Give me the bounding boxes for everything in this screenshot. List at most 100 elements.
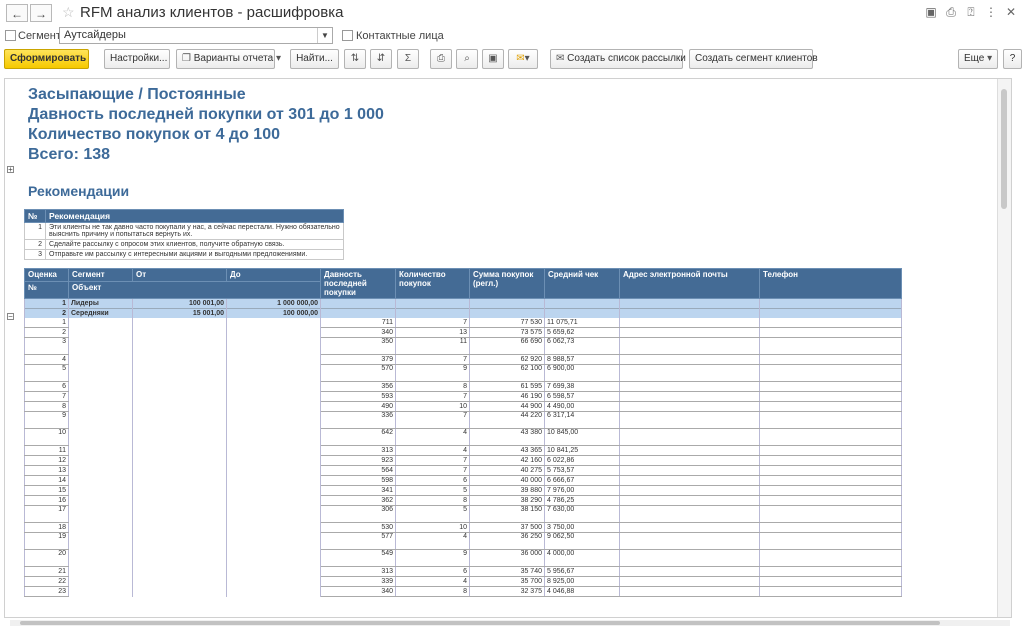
- row-phone[interactable]: [759, 318, 902, 328]
- row-phone[interactable]: [759, 522, 902, 533]
- table-row[interactable]: 12 923 7 42 160 6 022,86: [24, 455, 902, 466]
- help-button[interactable]: ?: [1003, 49, 1022, 69]
- row-phone[interactable]: [759, 475, 902, 486]
- save-button[interactable]: ▣: [482, 49, 504, 69]
- table-row[interactable]: 23 340 8 32 375 4 046,88: [24, 586, 902, 597]
- mail-menu-button[interactable]: ✉▾: [508, 49, 538, 69]
- chevron-down-icon[interactable]: ▼: [317, 28, 332, 43]
- generate-button[interactable]: Сформировать: [4, 49, 89, 69]
- row-email[interactable]: [619, 401, 760, 412]
- create-segment-button[interactable]: Создать сегмент клиентов: [689, 49, 818, 69]
- row-phone[interactable]: [759, 549, 902, 567]
- row-email[interactable]: [619, 318, 760, 328]
- segment-select[interactable]: Аутсайдеры ▼: [59, 27, 333, 44]
- create-mailing-button[interactable]: ✉ Создать список рассылки: [550, 49, 686, 69]
- print-button[interactable]: ⎙: [430, 49, 452, 69]
- row-email[interactable]: [619, 455, 760, 466]
- horizontal-scroll-thumb[interactable]: [20, 621, 940, 625]
- table-row[interactable]: 15 341 5 39 880 7 976,00: [24, 485, 902, 496]
- table-row[interactable]: 8 490 10 44 900 4 490,00: [24, 401, 902, 412]
- row-email[interactable]: [619, 475, 760, 486]
- settings-button[interactable]: Настройки...: [104, 49, 170, 69]
- segment-checkbox[interactable]: [5, 30, 16, 41]
- row-phone[interactable]: [759, 576, 902, 587]
- save-icon[interactable]: ▣: [924, 5, 938, 19]
- vertical-scrollbar[interactable]: [997, 79, 1011, 617]
- row-email[interactable]: [619, 381, 760, 392]
- table-row[interactable]: 20 549 9 36 000 4 000,00: [24, 549, 902, 567]
- row-phone[interactable]: [759, 485, 902, 496]
- expand-group-icon[interactable]: +: [7, 166, 14, 174]
- more-vertical-icon[interactable]: ⋮: [984, 5, 998, 19]
- table-row[interactable]: 16 362 8 38 290 4 786,25: [24, 495, 902, 506]
- table-row[interactable]: 4 379 7 62 920 8 988,57: [24, 354, 902, 365]
- variants-button[interactable]: ❐ Варианты отчета ▾: [176, 49, 281, 69]
- table-row[interactable]: 6 356 8 61 595 7 699,38: [24, 381, 902, 392]
- row-email[interactable]: [619, 465, 760, 476]
- table-row[interactable]: 9 336 7 44 220 6 317,14: [24, 411, 902, 429]
- row-phone[interactable]: [759, 401, 902, 412]
- row-email[interactable]: [619, 428, 760, 446]
- group-expand-button[interactable]: ⇅: [344, 49, 366, 69]
- row-email[interactable]: [619, 505, 760, 523]
- group-collapse-button[interactable]: ⇵: [370, 49, 392, 69]
- table-row[interactable]: 18 530 10 37 500 3 750,00: [24, 522, 902, 533]
- table-row[interactable]: 22 339 4 35 700 8 925,00: [24, 576, 902, 587]
- more-button[interactable]: Еще ▾: [958, 49, 998, 69]
- segment-row[interactable]: 1 Лидеры 100 001,00 1 000 000,00: [24, 298, 902, 309]
- table-row[interactable]: 1 711 7 77 530 11 075,71: [24, 318, 902, 328]
- horizontal-scrollbar[interactable]: [10, 620, 1010, 626]
- row-email[interactable]: [619, 532, 760, 550]
- row-phone[interactable]: [759, 455, 902, 466]
- contacts-checkbox[interactable]: [342, 30, 353, 41]
- row-email[interactable]: [619, 445, 760, 456]
- table-row[interactable]: 13 564 7 40 275 5 753,57: [24, 465, 902, 476]
- row-phone[interactable]: [759, 566, 902, 577]
- row-email[interactable]: [619, 522, 760, 533]
- row-email[interactable]: [619, 586, 760, 597]
- vertical-scroll-thumb[interactable]: [1001, 89, 1007, 209]
- row-email[interactable]: [619, 576, 760, 587]
- table-row[interactable]: 10 642 4 43 380 10 845,00: [24, 428, 902, 446]
- row-phone[interactable]: [759, 465, 902, 476]
- row-phone[interactable]: [759, 532, 902, 550]
- row-phone[interactable]: [759, 411, 902, 429]
- collapse-group-icon[interactable]: −: [7, 313, 14, 321]
- row-email[interactable]: [619, 391, 760, 402]
- row-email[interactable]: [619, 354, 760, 365]
- print-icon[interactable]: ⎙: [944, 5, 958, 19]
- row-phone[interactable]: [759, 495, 902, 506]
- forward-button[interactable]: →: [30, 4, 52, 22]
- row-email[interactable]: [619, 411, 760, 429]
- table-row[interactable]: 19 577 4 36 250 9 062,50: [24, 532, 902, 550]
- favorite-star-icon[interactable]: ☆: [62, 4, 75, 21]
- report-area[interactable]: + − Засыпающие / Постоянные Давность пос…: [4, 78, 1012, 618]
- table-row[interactable]: 5 570 9 62 100 6 900,00: [24, 364, 902, 382]
- table-row[interactable]: 11 313 4 43 365 10 841,25: [24, 445, 902, 456]
- table-row[interactable]: 7 593 7 46 190 6 598,57: [24, 391, 902, 402]
- preview-button[interactable]: ⌕: [456, 49, 478, 69]
- back-button[interactable]: ←: [6, 4, 28, 22]
- table-row[interactable]: 3 350 11 66 690 6 062,73: [24, 337, 902, 355]
- sum-button[interactable]: Σ: [397, 49, 419, 69]
- link-icon[interactable]: ⍰: [964, 5, 978, 19]
- row-email[interactable]: [619, 337, 760, 355]
- segment-row[interactable]: 2 Середняки 15 001,00 100 000,00: [24, 308, 902, 318]
- row-email[interactable]: [619, 566, 760, 577]
- row-email[interactable]: [619, 549, 760, 567]
- table-row[interactable]: 17 306 5 38 150 7 630,00: [24, 505, 902, 523]
- row-phone[interactable]: [759, 505, 902, 523]
- find-button[interactable]: Найти...: [290, 49, 339, 69]
- row-email[interactable]: [619, 364, 760, 382]
- table-row[interactable]: 2 340 13 73 575 5 659,62: [24, 327, 902, 338]
- row-phone[interactable]: [759, 354, 902, 365]
- row-email[interactable]: [619, 485, 760, 496]
- row-phone[interactable]: [759, 586, 902, 597]
- row-phone[interactable]: [759, 445, 902, 456]
- row-email[interactable]: [619, 495, 760, 506]
- row-phone[interactable]: [759, 428, 902, 446]
- row-email[interactable]: [619, 327, 760, 338]
- table-row[interactable]: 21 313 6 35 740 5 956,67: [24, 566, 902, 577]
- row-phone[interactable]: [759, 337, 902, 355]
- row-phone[interactable]: [759, 327, 902, 338]
